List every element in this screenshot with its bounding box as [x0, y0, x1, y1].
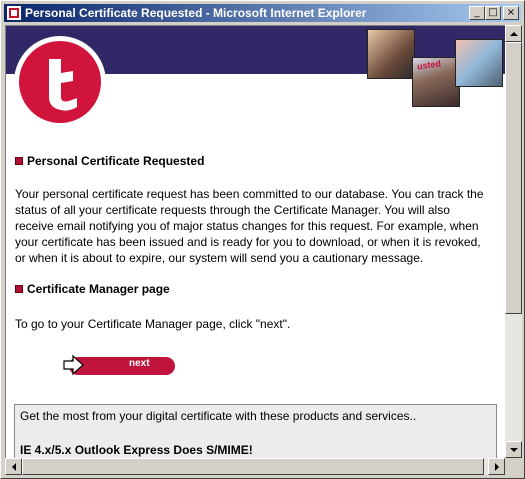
- next-button[interactable]: next: [63, 354, 175, 377]
- t-logo-glyph: [49, 59, 77, 111]
- paragraph-line: or when it is about to expire, our syste…: [15, 251, 424, 265]
- maximize-button[interactable]: □: [485, 6, 501, 20]
- header-photo-1: [367, 29, 415, 79]
- arrow-down-icon: [510, 448, 518, 452]
- scroll-left-button[interactable]: [5, 458, 22, 475]
- promo-box: Get the most from your digital certifica…: [14, 404, 497, 458]
- promo-intro: Get the most from your digital certifica…: [20, 409, 417, 423]
- section-heading-personal-certificate: Personal Certificate Requested: [15, 154, 204, 168]
- paragraph-line: Your personal certificate request has be…: [15, 187, 484, 201]
- arrow-right-icon: [63, 354, 84, 376]
- paragraph-line: receive email notifying you of major sta…: [15, 219, 479, 233]
- header-photo-3: [455, 39, 503, 87]
- section-heading-certificate-manager: Certificate Manager page: [15, 282, 170, 296]
- t-logo-icon[interactable]: [19, 41, 101, 123]
- scroll-right-button[interactable]: [488, 458, 505, 475]
- vertical-scrollbar[interactable]: [505, 25, 522, 458]
- scroll-up-button[interactable]: [505, 25, 522, 42]
- minimize-button[interactable]: _: [469, 6, 485, 20]
- next-button-label[interactable]: next: [129, 358, 150, 369]
- arrow-right-small-icon: [495, 463, 499, 471]
- title-bar[interactable]: Personal Certificate Requested - Microso…: [4, 4, 521, 22]
- heading-bullet-icon: [15, 157, 23, 165]
- vertical-scroll-thumb[interactable]: [505, 42, 522, 314]
- paragraph-line: your certificate has been issued and is …: [15, 235, 481, 249]
- scroll-down-button[interactable]: [505, 441, 522, 458]
- scrollbar-corner: [505, 458, 522, 475]
- internet-explorer-icon: [7, 6, 21, 20]
- horizontal-scrollbar[interactable]: [5, 458, 505, 475]
- header-photo-2: usted: [412, 57, 460, 107]
- section-heading-label: Certificate Manager page: [27, 282, 170, 296]
- browser-window: Personal Certificate Requested - Microso…: [0, 0, 525, 479]
- close-button[interactable]: ×: [503, 6, 519, 20]
- window-title: Personal Certificate Requested - Microso…: [25, 6, 367, 20]
- promo-product-link[interactable]: IE 4.x/5.x Outlook Express Does S/MIME!: [20, 443, 253, 457]
- section-heading-label: Personal Certificate Requested: [27, 154, 205, 168]
- arrow-up-icon: [510, 32, 518, 36]
- horizontal-scroll-thumb[interactable]: [22, 458, 484, 475]
- paragraph-line: status of all your certificate requests …: [15, 203, 450, 217]
- heading-bullet-icon: [15, 285, 23, 293]
- photo-label: usted: [416, 58, 442, 72]
- certificate-request-paragraph: Your personal certificate request has be…: [15, 186, 500, 266]
- certificate-manager-instructions: To go to your Certificate Manager page, …: [15, 317, 291, 331]
- arrow-left-icon: [12, 463, 16, 471]
- page-viewport: usted Personal Certificate Requested You…: [5, 25, 505, 458]
